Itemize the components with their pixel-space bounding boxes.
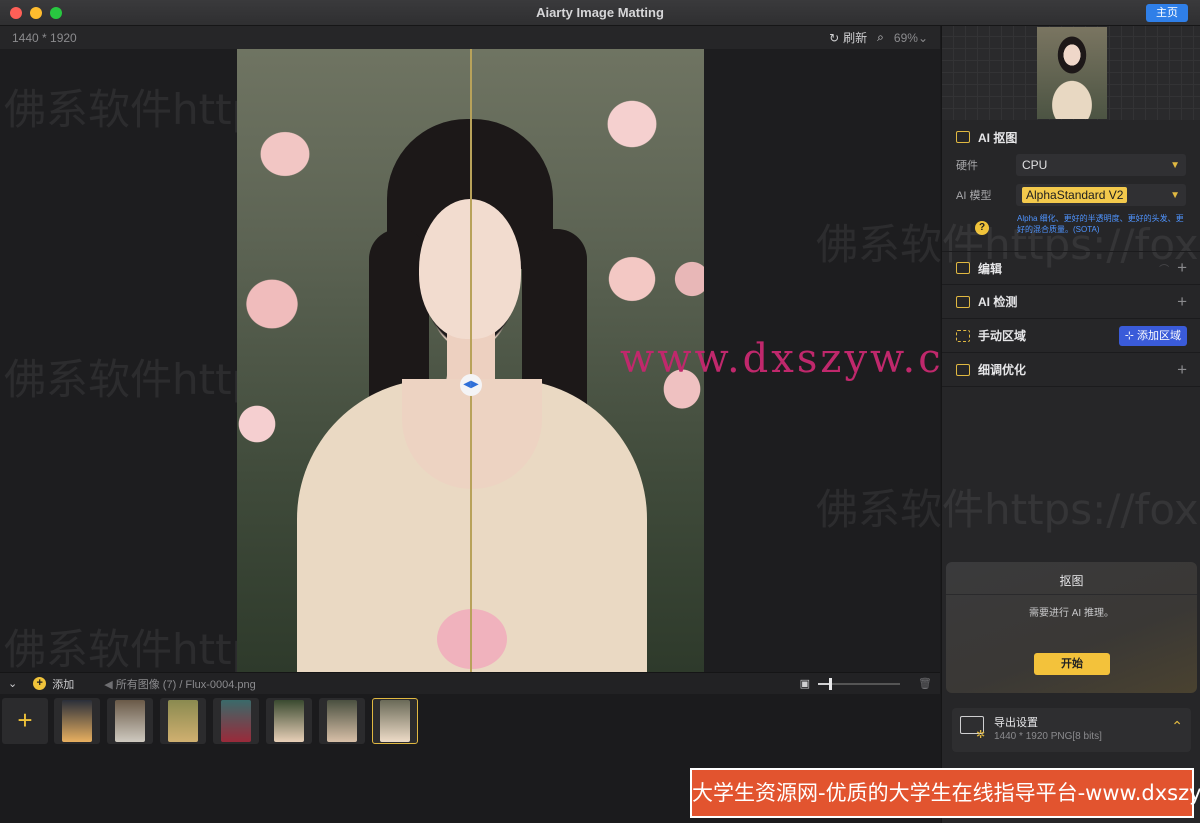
export-settings[interactable]: ✲ 导出设置 1440 * 1920 PNG[8 bits] ⌃ [952,708,1191,752]
expand-plus-icon[interactable]: + [1177,258,1187,278]
ai-detect-icon [956,295,970,308]
right-sidebar: AI 抠图 硬件 CPU ▼ AI 模型 AlphaStandard V2 ▼ … [816,26,1200,823]
section-ai-detect[interactable]: AI 检测 + [942,285,1200,318]
window-controls [10,7,62,19]
start-button[interactable]: 开始 [1034,653,1110,675]
section-refine[interactable]: 细调优化 + [942,353,1200,386]
close-window-button[interactable] [10,7,22,19]
canvas-toolbar: 1440 * 1920 ↻ 刷新 ⌕ 69%⌄ [0,26,940,49]
refresh-label: 刷新 [843,31,868,45]
minimize-window-button[interactable] [30,7,42,19]
matting-message: 需要进行 AI 推理。 [1028,608,1114,619]
app-title: Aiarty Image Matting [536,5,664,20]
export-format: 1440 * 1920 PNG[8 bits] [994,731,1102,742]
matting-panel: 抠图 需要进行 AI 推理。 开始 [946,562,1197,693]
thumbnail-forest-girl[interactable] [213,698,259,744]
chevron-down-icon: ▼ [1170,159,1180,171]
ai-matting-title: AI 抠图 [978,130,1018,145]
export-title: 导出设置 [994,717,1038,729]
navigator-preview[interactable] [942,26,1200,120]
thumbnail-image [62,700,92,742]
section-edit[interactable]: 编辑 ⌒ + [942,252,1200,284]
refine-icon [956,363,970,376]
trash-icon[interactable]: 🗑 [918,677,932,690]
thumbnail-bicycle[interactable] [160,698,206,744]
section-edit-label: 编辑 [978,261,1003,276]
thumbnail-flower-girl-1[interactable] [266,698,312,744]
divider [946,594,1197,595]
section-refine-label: 细调优化 [978,363,1027,377]
thumbnail-image [380,700,410,742]
help-icon[interactable]: ? [975,221,989,235]
back-arrow-icon[interactable]: ◀ [104,679,112,691]
thumbnail-image [221,700,251,742]
navigator-thumbnail [1037,27,1107,119]
collapse-icon[interactable]: ⌄ [8,677,17,690]
breadcrumb-file: / Flux-0004.png [179,678,256,691]
thumbnail-flower-girl-3[interactable] [372,698,418,744]
thumbnail-jellyfish[interactable] [54,698,100,744]
thumbnail-flower-girl-2[interactable] [319,698,365,744]
section-ai-detect-label: AI 检测 [978,295,1018,309]
ai-matting-icon [956,131,970,143]
canvas-area: 1440 * 1920 ↻ 刷新 ⌕ 69%⌄ 佛系软件https://fox … [0,26,969,674]
section-manual-region-label: 手动区域 [978,329,1027,343]
thumbnail-image [274,700,304,742]
maximize-window-button[interactable] [50,7,62,19]
manual-region-icon [956,329,970,342]
watermark-text: 佛系软件http [4,625,259,674]
watermark-text: 佛系软件http [4,355,259,404]
search-icon[interactable]: ⌕ [877,30,884,45]
expand-plus-icon[interactable]: + [1177,292,1187,312]
zoom-value: 69% [893,30,918,45]
ai-model-description: Alpha 细化、更好的半透明度、更好的头发、更好的混合质量。(SOTA) [1017,214,1184,234]
refresh-icon: ↻ [829,30,840,45]
slider-handle[interactable] [829,677,833,690]
refresh-button[interactable]: ↻ 刷新 [829,29,867,46]
ai-model-value: AlphaStandard V2 [1022,187,1128,203]
ai-matting-section: AI 抠图 [942,126,1200,148]
thumbnail-image [168,700,198,742]
expand-plus-icon[interactable]: + [1177,360,1187,380]
compare-split-handle[interactable]: ◀▶ [460,374,482,396]
thumbnail-image [327,700,357,742]
hardware-row: 硬件 CPU ▼ [956,154,1186,176]
section-manual-region[interactable]: 手动区域 ⊹ 添加区域 [942,319,1200,352]
add-image-tile[interactable]: + [2,698,48,744]
add-icon[interactable]: + [33,677,47,690]
matting-panel-title: 抠图 [1059,574,1084,588]
slider-track[interactable] [818,677,901,690]
add-region-label: 添加区域 [1137,329,1181,342]
chevron-down-icon: ▼ [1170,189,1180,201]
compare-split-line[interactable] [470,49,472,672]
hardware-label: 硬件 [956,160,978,172]
image-dimensions: 1440 * 1920 [12,30,77,45]
title-bar: Aiarty Image Matting 主页 [0,0,1200,26]
zoom-select[interactable]: 69%⌄ [894,31,928,45]
thumbnail-rocks[interactable] [107,698,153,744]
edit-icon [956,262,970,274]
image-detail [437,609,507,669]
divider [942,386,1200,387]
thumbnail-size-slider[interactable]: ▣ [799,677,901,690]
hardware-value: CPU [1022,158,1048,172]
add-images-button[interactable]: 添加 [52,676,74,692]
home-button[interactable]: 主页 [1146,4,1188,22]
chevron-up-icon[interactable]: ⌃ [1171,718,1183,735]
image-icon: ▣ [799,678,811,690]
ai-model-label: AI 模型 [956,190,992,202]
promo-banner: 大学生资源网-优质的大学生在线指导平台-www.dxszyw.cn [690,768,1200,818]
watermark-url: www.dxszyw.cn [620,336,973,382]
gear-icon: ✲ [976,729,986,741]
ai-model-row: AI 模型 AlphaStandard V2 ▼ [956,184,1186,206]
add-region-button[interactable]: ⊹ 添加区域 [1118,325,1187,346]
filmstrip-toolbar: ⌄ + 添加 ◀ 所有图像 (7) / Flux-0004.png ▣ 🗑 [0,672,940,694]
ai-model-select[interactable]: AlphaStandard V2 ▼ [1016,184,1186,206]
breadcrumb-all-images[interactable]: 所有图像 (7) [116,679,177,691]
undo-icon[interactable]: ⌒ [1159,261,1169,276]
breadcrumb: ◀ 所有图像 (7) / Flux-0004.png [104,676,256,692]
hardware-select[interactable]: CPU ▼ [1016,154,1186,176]
thumbnail-image [115,700,145,742]
